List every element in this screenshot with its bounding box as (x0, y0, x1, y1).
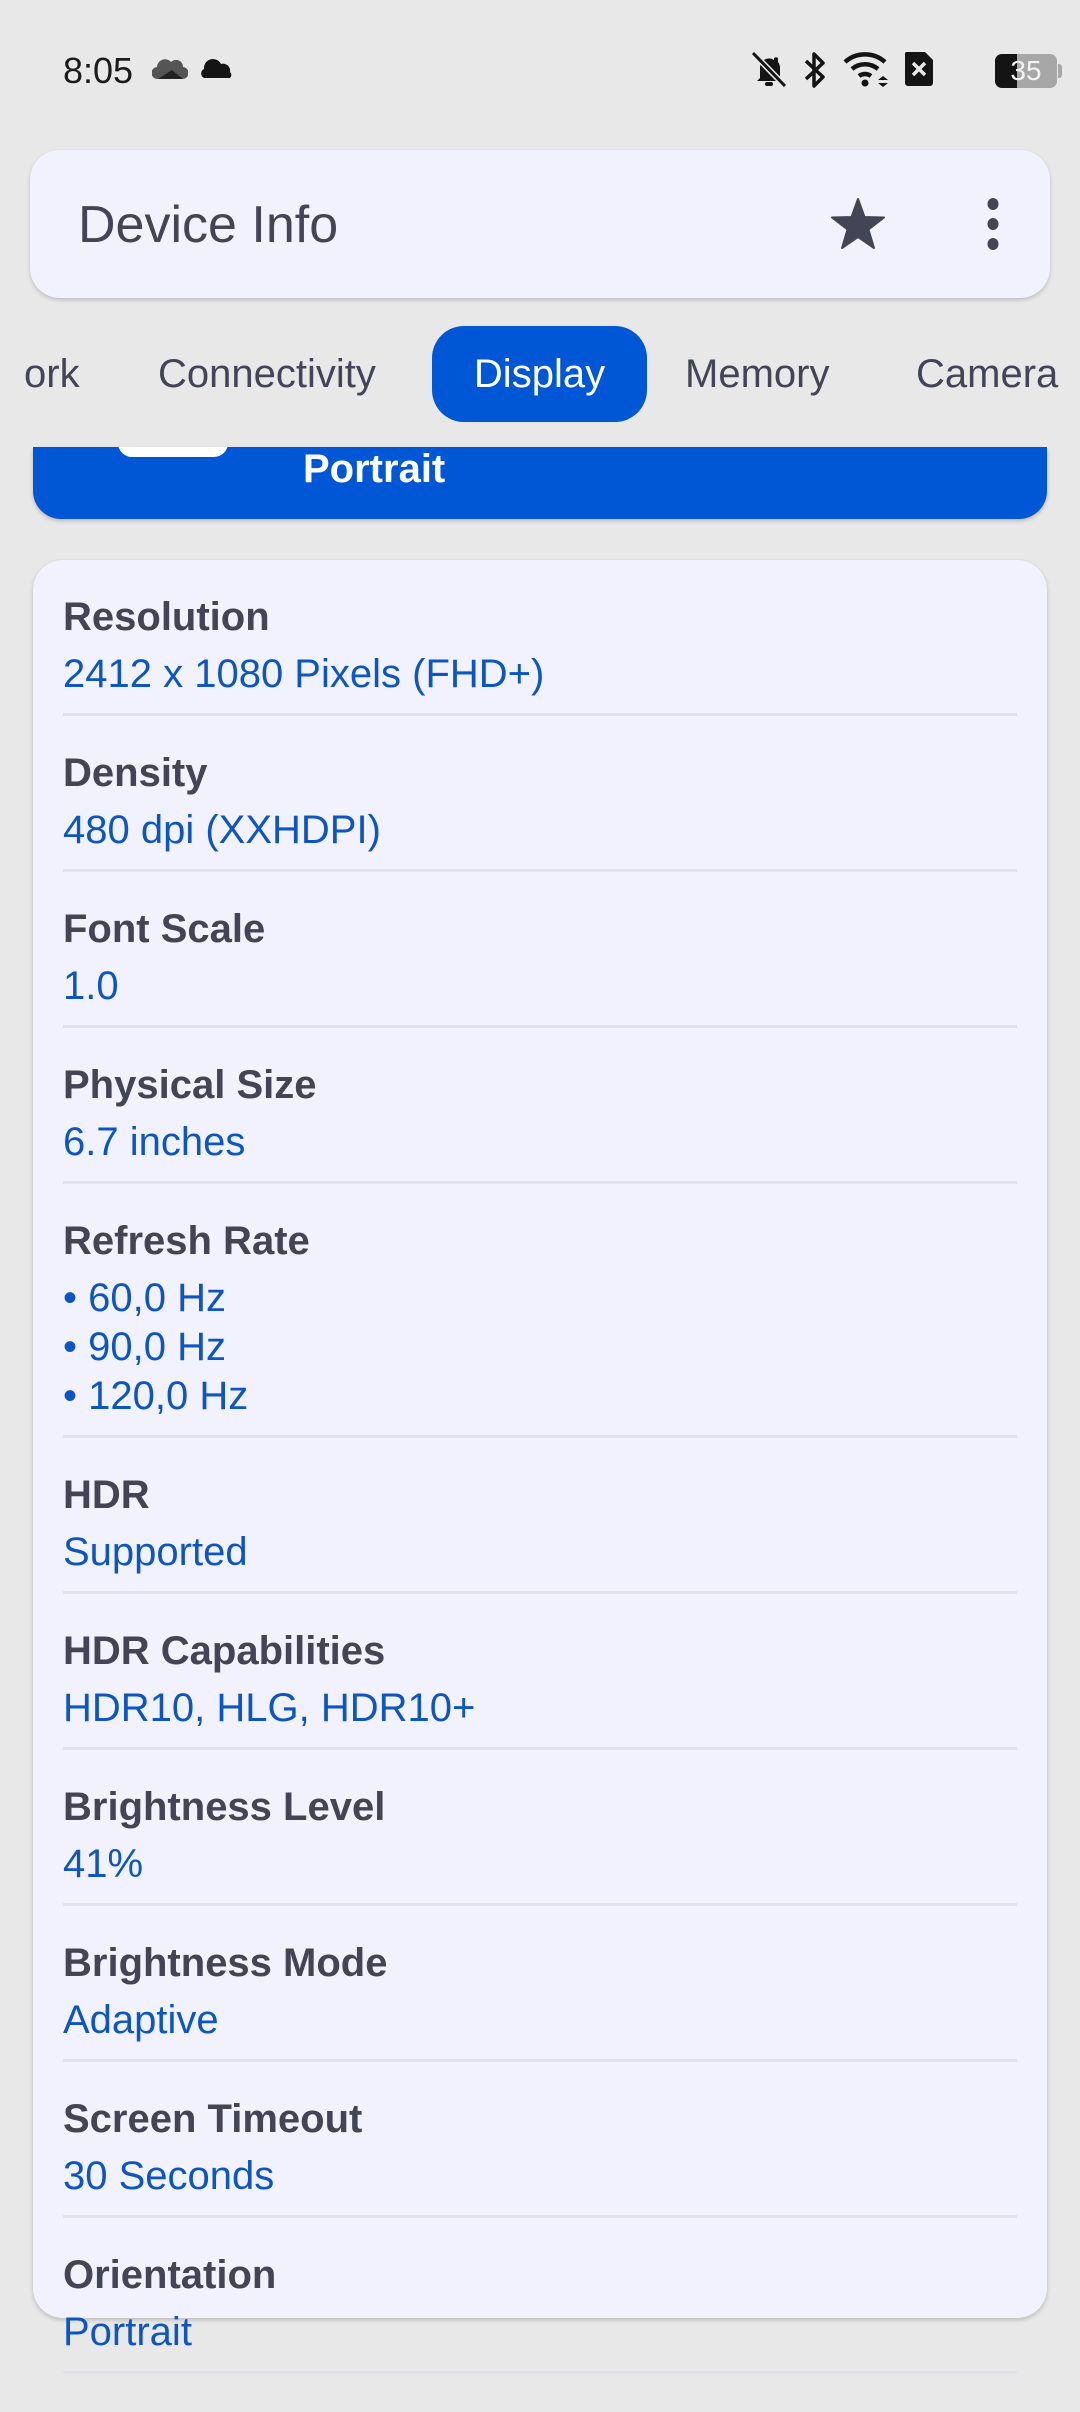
info-label: Refresh Rate (63, 1219, 310, 1263)
info-row-resolution: Resolution 2412 x 1080 Pixels (FHD+) (63, 560, 1017, 716)
notifications-off-icon (750, 50, 788, 95)
info-row-hdr: HDR Supported (63, 1438, 1017, 1594)
info-row-physical-size: Physical Size 6.7 inches (63, 1028, 1017, 1184)
battery-icon: 35 (995, 54, 1057, 88)
display-summary-card: Portrait (33, 447, 1047, 519)
page-title: Device Info (78, 196, 339, 254)
info-row-hdr-capabilities: HDR Capabilities HDR10, HLG, HDR10+ (63, 1594, 1017, 1750)
info-label: Orientation (63, 2253, 277, 2297)
info-value: 30 Seconds (63, 2154, 275, 2198)
display-icon (118, 447, 228, 457)
info-row-brightness-mode: Brightness Mode Adaptive (63, 1906, 1017, 2062)
summary-orientation: Portrait (303, 447, 446, 491)
tab-memory[interactable]: Memory (685, 326, 829, 422)
info-row-orientation: Orientation Portrait (63, 2218, 1017, 2374)
info-value: 41% (63, 1842, 144, 1886)
info-label: Brightness Mode (63, 1941, 388, 1985)
info-label: Physical Size (63, 1063, 317, 1107)
category-tabs: ork Connectivity Display Memory Camera (0, 326, 1080, 422)
app-bar: Device Info (30, 150, 1050, 298)
info-value: 480 dpi (XXHDPI) (63, 808, 381, 852)
info-value: HDR10, HLG, HDR10+ (63, 1686, 476, 1730)
info-value: 2412 x 1080 Pixels (FHD+) (63, 652, 545, 696)
more-vert-icon (987, 198, 999, 250)
info-value: 1.0 (63, 964, 119, 1008)
refresh-rate-item: • 90,0 Hz (63, 1325, 226, 1369)
refresh-rate-item: • 60,0 Hz (63, 1276, 226, 1320)
info-value: Supported (63, 1530, 248, 1574)
info-row-brightness-level: Brightness Level 41% (63, 1750, 1017, 1906)
info-list: Resolution 2412 x 1080 Pixels (FHD+) Den… (63, 560, 1017, 2374)
info-label: Screen Timeout (63, 2097, 363, 2141)
info-label: HDR (63, 1473, 150, 1517)
tab-network[interactable]: ork (24, 326, 80, 422)
no-sim-icon (903, 50, 935, 93)
display-info-card: Resolution 2412 x 1080 Pixels (FHD+) Den… (33, 560, 1047, 2374)
info-label: HDR Capabilities (63, 1629, 386, 1673)
refresh-rate-item: • 120,0 Hz (63, 1374, 249, 1418)
status-time: 8:05 (63, 50, 134, 91)
info-value-list: • 60,0 Hz • 90,0 Hz • 120,0 Hz (63, 1264, 1017, 1435)
status-bar: 8:05 35 (0, 0, 1080, 140)
onedrive-cloud-icon (151, 58, 189, 85)
info-row-density: Density 480 dpi (XXHDPI) (63, 716, 1017, 872)
tab-camera[interactable]: Camera (916, 326, 1058, 422)
favorite-button[interactable] (828, 195, 888, 255)
info-label: Brightness Level (63, 1785, 386, 1829)
bluetooth-icon (802, 50, 828, 95)
info-label: Resolution (63, 595, 270, 639)
info-value: 6.7 inches (63, 1120, 246, 1164)
info-value: Adaptive (63, 1998, 219, 2042)
cloud-icon (199, 58, 235, 85)
info-label: Density (63, 751, 208, 795)
battery-nub (1058, 64, 1062, 78)
tab-connectivity[interactable]: Connectivity (158, 326, 376, 422)
tab-display[interactable]: Display (432, 326, 647, 422)
info-row-font-scale: Font Scale 1.0 (63, 872, 1017, 1028)
more-options-button[interactable] (978, 195, 1008, 255)
wifi-icon (843, 50, 891, 95)
info-row-screen-timeout: Screen Timeout 30 Seconds (63, 2062, 1017, 2218)
info-value: Portrait (63, 2310, 192, 2354)
star-icon (831, 198, 885, 249)
battery-percent: 35 (1010, 55, 1042, 86)
info-row-refresh-rate: Refresh Rate • 60,0 Hz • 90,0 Hz • 120,0… (63, 1184, 1017, 1438)
info-label: Font Scale (63, 907, 266, 951)
